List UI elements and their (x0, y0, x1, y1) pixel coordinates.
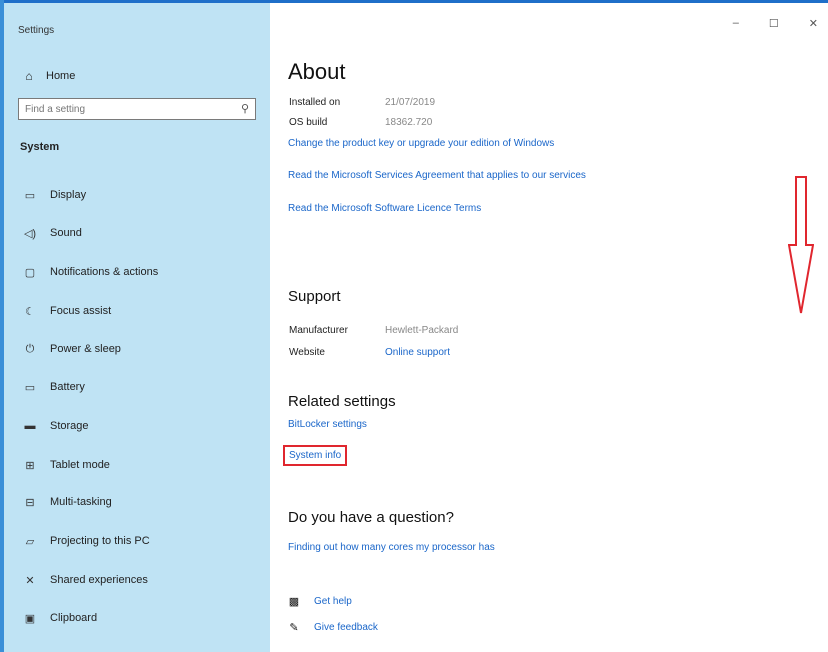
os-build-value: 18362.720 (385, 117, 433, 128)
installed-on-label: Installed on (289, 97, 341, 108)
sidebar-item-clipboard[interactable]: ▣ Clipboard (22, 609, 97, 627)
installed-on-value: 21/07/2019 (385, 97, 436, 108)
get-help-link[interactable]: ▩ Get help (288, 595, 352, 608)
search-input[interactable] (19, 99, 235, 120)
close-button[interactable]: ✕ (809, 17, 818, 30)
give-feedback-link[interactable]: ✎ Give feedback (288, 621, 378, 634)
give-feedback-label: Give feedback (314, 622, 378, 633)
sidebar-item-label: Focus assist (50, 305, 112, 317)
support-heading: Support (288, 288, 341, 305)
sidebar-item-label: Tablet mode (50, 459, 110, 471)
sidebar-item-notifications[interactable]: ▢ Notifications & actions (22, 263, 158, 281)
window-controls: – ☐ ✕ (733, 17, 818, 30)
clipboard-icon: ▣ (24, 612, 36, 625)
sidebar: Settings ⌂ Home ⚲ System ▭ Display ◁) So… (4, 3, 270, 652)
sound-icon: ◁) (23, 227, 37, 240)
sidebar-item-shared-experiences[interactable]: ✕ Shared experiences (22, 571, 148, 589)
manufacturer-label: Manufacturer (289, 325, 348, 336)
window-title: Settings (18, 25, 55, 36)
get-help-label: Get help (314, 596, 352, 607)
search-box[interactable]: ⚲ (18, 98, 256, 120)
online-support-link[interactable]: Online support (385, 347, 450, 358)
sidebar-item-label: Home (46, 70, 76, 82)
sidebar-item-label: Multi-tasking (50, 496, 112, 508)
software-licence-link[interactable]: Read the Microsoft Software Licence Term… (288, 203, 481, 214)
sidebar-item-label: Clipboard (50, 612, 98, 624)
notifications-icon: ▢ (24, 266, 36, 279)
scroll-down-arrow-annotation (788, 176, 814, 314)
battery-icon: ▭ (24, 381, 36, 394)
services-agreement-link[interactable]: Read the Microsoft Services Agreement th… (288, 170, 586, 181)
processor-cores-link[interactable]: Finding out how many cores my processor … (288, 542, 495, 553)
sidebar-item-battery[interactable]: ▭ Battery (22, 378, 85, 396)
focus-assist-icon: ☾ (25, 305, 35, 318)
os-build-label: OS build (289, 117, 328, 128)
sidebar-item-tablet-mode[interactable]: ⊞ Tablet mode (22, 456, 110, 474)
sidebar-item-storage[interactable]: ▬ Storage (22, 417, 89, 435)
power-icon: ⏻ (25, 342, 35, 355)
sidebar-item-display[interactable]: ▭ Display (22, 186, 86, 204)
search-icon[interactable]: ⚲ (241, 102, 249, 115)
sidebar-section-title: System (20, 141, 60, 153)
sidebar-item-label: Storage (50, 420, 89, 432)
sidebar-item-label: Power & sleep (50, 343, 121, 355)
projecting-icon: ▱ (25, 535, 35, 548)
sidebar-item-label: Sound (50, 227, 82, 239)
related-settings-heading: Related settings (288, 393, 396, 410)
sidebar-item-label: Projecting to this PC (50, 535, 150, 547)
feedback-icon: ✎ (289, 622, 299, 634)
display-icon: ▭ (24, 189, 36, 202)
sidebar-item-label: Display (50, 189, 87, 201)
minimize-button[interactable]: – (733, 17, 739, 30)
sidebar-item-label: Battery (50, 381, 85, 393)
main-content: – ☐ ✕ About Installed on 21/07/2019 OS b… (270, 3, 828, 652)
website-label: Website (289, 347, 325, 358)
chat-help-icon: ▩ (288, 596, 300, 608)
storage-icon: ▬ (24, 420, 36, 432)
manufacturer-value: Hewlett-Packard (385, 325, 459, 336)
sidebar-item-label: Shared experiences (50, 574, 148, 586)
sidebar-item-power-sleep[interactable]: ⏻ Power & sleep (22, 340, 121, 358)
sidebar-item-label: Notifications & actions (50, 266, 159, 278)
sidebar-item-sound[interactable]: ◁) Sound (22, 224, 82, 242)
maximize-button[interactable]: ☐ (769, 17, 779, 30)
sidebar-item-home[interactable]: ⌂ Home (22, 69, 75, 83)
system-info-link[interactable]: System info (283, 445, 348, 466)
tablet-icon: ⊞ (25, 459, 35, 472)
multitasking-icon: ⊟ (25, 496, 35, 509)
sidebar-item-projecting[interactable]: ▱ Projecting to this PC (22, 532, 150, 550)
change-product-key-link[interactable]: Change the product key or upgrade your e… (288, 138, 554, 149)
shared-experiences-icon: ✕ (25, 574, 35, 587)
bitlocker-settings-link[interactable]: BitLocker settings (288, 419, 367, 430)
question-heading: Do you have a question? (288, 509, 454, 526)
home-icon: ⌂ (25, 69, 33, 83)
sidebar-item-multitasking[interactable]: ⊟ Multi-tasking (22, 493, 112, 511)
sidebar-item-focus-assist[interactable]: ☾ Focus assist (22, 302, 111, 320)
page-title: About (288, 59, 346, 84)
